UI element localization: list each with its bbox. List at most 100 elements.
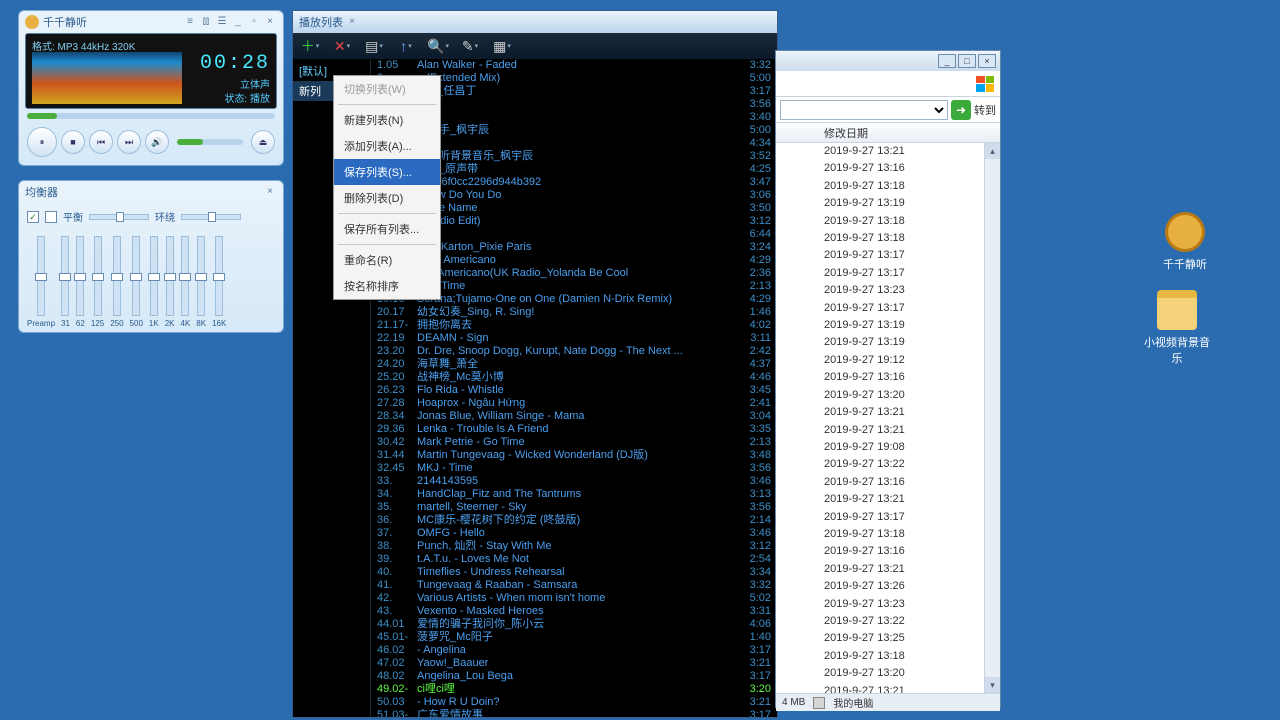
file-row[interactable]: 2019-9-27 13:21 [776, 404, 1000, 421]
track-row[interactable]: 34.HandClap_Fitz and The Tantrums3:13 [371, 488, 777, 501]
eq-band-8K[interactable]: 8K [196, 236, 206, 328]
eq-band-62[interactable]: 62 [76, 236, 85, 328]
maximize-icon[interactable]: □ [958, 54, 976, 68]
file-row[interactable]: 2019-9-27 19:12 [776, 352, 1000, 369]
file-row[interactable]: 2019-9-27 13:19 [776, 334, 1000, 351]
file-row[interactable]: 2019-9-27 13:18 [776, 648, 1000, 665]
eq-band-1K[interactable]: 1K [149, 236, 159, 328]
pause-button[interactable]: ⏸ [27, 127, 57, 157]
track-row[interactable]: 38.Punch, 灿烈 - Stay With Me3:12 [371, 540, 777, 553]
track-row[interactable]: 45.01-菠萝咒_Mc阳子1:40 [371, 631, 777, 644]
eq-band-125[interactable]: 125 [91, 236, 104, 328]
close-icon[interactable]: × [345, 15, 359, 29]
file-row[interactable]: 2019-9-27 13:19 [776, 195, 1000, 212]
prev-button[interactable]: ⏮ [89, 130, 113, 154]
open-button[interactable]: ⏏ [251, 130, 275, 154]
close-icon[interactable]: × [263, 15, 277, 29]
track-row[interactable]: 27.28Hoaprox - Ngẫu Hứng2:41 [371, 397, 777, 410]
close-icon[interactable]: × [978, 54, 996, 68]
track-row[interactable]: 47.02Yaow!_Baauer3:21 [371, 657, 777, 670]
menu-delete-list[interactable]: 删除列表(D) [334, 185, 440, 211]
eq-auto-checkbox[interactable] [45, 211, 57, 223]
file-row[interactable]: 2019-9-27 13:16 [776, 543, 1000, 560]
toggle-vis-icon[interactable]: ⫾⫾ [199, 15, 213, 29]
add-button[interactable]: ＋▾ [301, 37, 319, 55]
menu-save-list[interactable]: 保存列表(S)... [334, 159, 440, 185]
file-row[interactable]: 2019-9-27 13:19 [776, 317, 1000, 334]
track-row[interactable]: 51.03-广东爱情故事3:17 [371, 709, 777, 717]
eq-band-31[interactable]: 31 [61, 236, 70, 328]
stop-button[interactable]: ■ [61, 130, 85, 154]
file-row[interactable]: 2019-9-27 13:22 [776, 613, 1000, 630]
track-row[interactable]: 42.Various Artists - When mom isn't home… [371, 592, 777, 605]
track-row[interactable]: 24.20 海草舞_萧全4:37 [371, 358, 777, 371]
track-row[interactable]: 26.23Flo Rida - Whistle3:45 [371, 384, 777, 397]
address-select[interactable] [780, 100, 948, 120]
spectrum-visualizer[interactable] [32, 52, 182, 104]
volume-slider[interactable] [177, 139, 243, 145]
file-row[interactable]: 2019-9-27 13:18 [776, 230, 1000, 247]
playlist-titlebar[interactable]: 播放列表 × [293, 11, 777, 33]
track-row[interactable]: 21.17-拥抱你离去4:02 [371, 319, 777, 332]
surround-slider[interactable] [181, 214, 241, 220]
progress-bar[interactable] [27, 113, 275, 119]
equalizer-titlebar[interactable]: 均衡器 × [19, 181, 283, 203]
eq-band-4K[interactable]: 4K [181, 236, 191, 328]
track-row[interactable]: 22.19DEAMN - Sign3:11 [371, 332, 777, 345]
eq-band-500[interactable]: 500 [130, 236, 143, 328]
file-row[interactable]: 2019-9-27 13:21 [776, 143, 1000, 160]
file-row[interactable]: 2019-9-27 13:16 [776, 369, 1000, 386]
go-button[interactable]: ➜ [951, 100, 971, 120]
balance-slider[interactable] [89, 214, 149, 220]
eq-band-2K[interactable]: 2K [165, 236, 175, 328]
file-row[interactable]: 2019-9-27 13:17 [776, 509, 1000, 526]
eq-enable-checkbox[interactable]: ✓ [27, 211, 39, 223]
menu-rename[interactable]: 重命名(R) [334, 247, 440, 273]
file-row[interactable]: 2019-9-27 13:23 [776, 282, 1000, 299]
minimize-icon[interactable]: _ [938, 54, 956, 68]
menu-sort[interactable]: 按名称排序 [334, 273, 440, 299]
desktop-icon-folder[interactable]: 小视频背景音乐 [1142, 290, 1212, 366]
player-titlebar[interactable]: 千千静听 ≡ ⫾⫾ ☰ _ ▫ × [19, 11, 283, 33]
track-row[interactable]: 33.21441435953:46 [371, 475, 777, 488]
track-row[interactable]: 28.34Jonas Blue, William Singe - Mama3:0… [371, 410, 777, 423]
track-row[interactable]: 20.17 幼女幻奏_Sing, R. Sing!1:46 [371, 306, 777, 319]
track-row[interactable]: 49.02-ci哩ci哩3:20 [371, 683, 777, 696]
file-row[interactable]: 2019-9-27 13:18 [776, 178, 1000, 195]
track-row[interactable]: 36.MC康乐-樱花树下的约定 (咚鼓版)2:14 [371, 514, 777, 527]
track-row[interactable]: 50.03- How R U Doin?3:21 [371, 696, 777, 709]
eq-band-Preamp[interactable]: Preamp [27, 236, 55, 328]
eq-band-16K[interactable]: 16K [212, 236, 226, 328]
desktop-icon-app[interactable]: 千千静听 [1150, 212, 1220, 272]
sort-button[interactable]: ↑▾ [397, 37, 415, 55]
minimize-icon[interactable]: _ [231, 15, 245, 29]
volume-button[interactable]: 🔊 [145, 130, 169, 154]
list-button[interactable]: ▤▾ [365, 37, 383, 55]
track-row[interactable]: 43.Vexento - Masked Heroes3:31 [371, 605, 777, 618]
track-row[interactable]: 35.martell, Steerner - Sky3:56 [371, 501, 777, 514]
file-row[interactable]: 2019-9-27 13:21 [776, 561, 1000, 578]
file-row[interactable]: 2019-9-27 13:18 [776, 213, 1000, 230]
file-row[interactable]: 2019-9-27 13:21 [776, 683, 1000, 693]
track-row[interactable]: 37.OMFG - Hello3:46 [371, 527, 777, 540]
file-row[interactable]: 2019-9-27 13:26 [776, 578, 1000, 595]
file-row[interactable]: 2019-9-27 13:18 [776, 526, 1000, 543]
scroll-down-icon[interactable]: ▾ [985, 677, 1000, 693]
file-row[interactable]: 2019-9-27 13:17 [776, 247, 1000, 264]
track-row[interactable]: 31.44Martin Tungevaag - Wicked Wonderlan… [371, 449, 777, 462]
file-list[interactable]: 2019-9-27 13:212019-9-27 13:162019-9-27 … [776, 143, 1000, 693]
column-header-date[interactable]: 修改日期 [776, 123, 1000, 143]
file-row[interactable]: 2019-9-27 13:20 [776, 665, 1000, 682]
track-row[interactable]: 39.t.A.T.u. - Loves Me Not2:54 [371, 553, 777, 566]
track-row[interactable]: 41.Tungevaag & Raaban - Samsara3:32 [371, 579, 777, 592]
file-row[interactable]: 2019-9-27 13:21 [776, 491, 1000, 508]
mini-mode-icon[interactable]: ▫ [247, 15, 261, 29]
next-button[interactable]: ⏭ [117, 130, 141, 154]
edit-button[interactable]: ✎▾ [461, 37, 479, 55]
file-row[interactable]: 2019-9-27 13:16 [776, 474, 1000, 491]
track-row[interactable]: 30.42Mark Petrie - Go Time2:13 [371, 436, 777, 449]
file-row[interactable]: 2019-9-27 13:16 [776, 160, 1000, 177]
file-row[interactable]: 2019-9-27 13:20 [776, 387, 1000, 404]
track-row[interactable]: 44.01 爱情的骗子我问你_陈小云4:06 [371, 618, 777, 631]
scrollbar[interactable]: ▴ ▾ [984, 143, 1000, 693]
